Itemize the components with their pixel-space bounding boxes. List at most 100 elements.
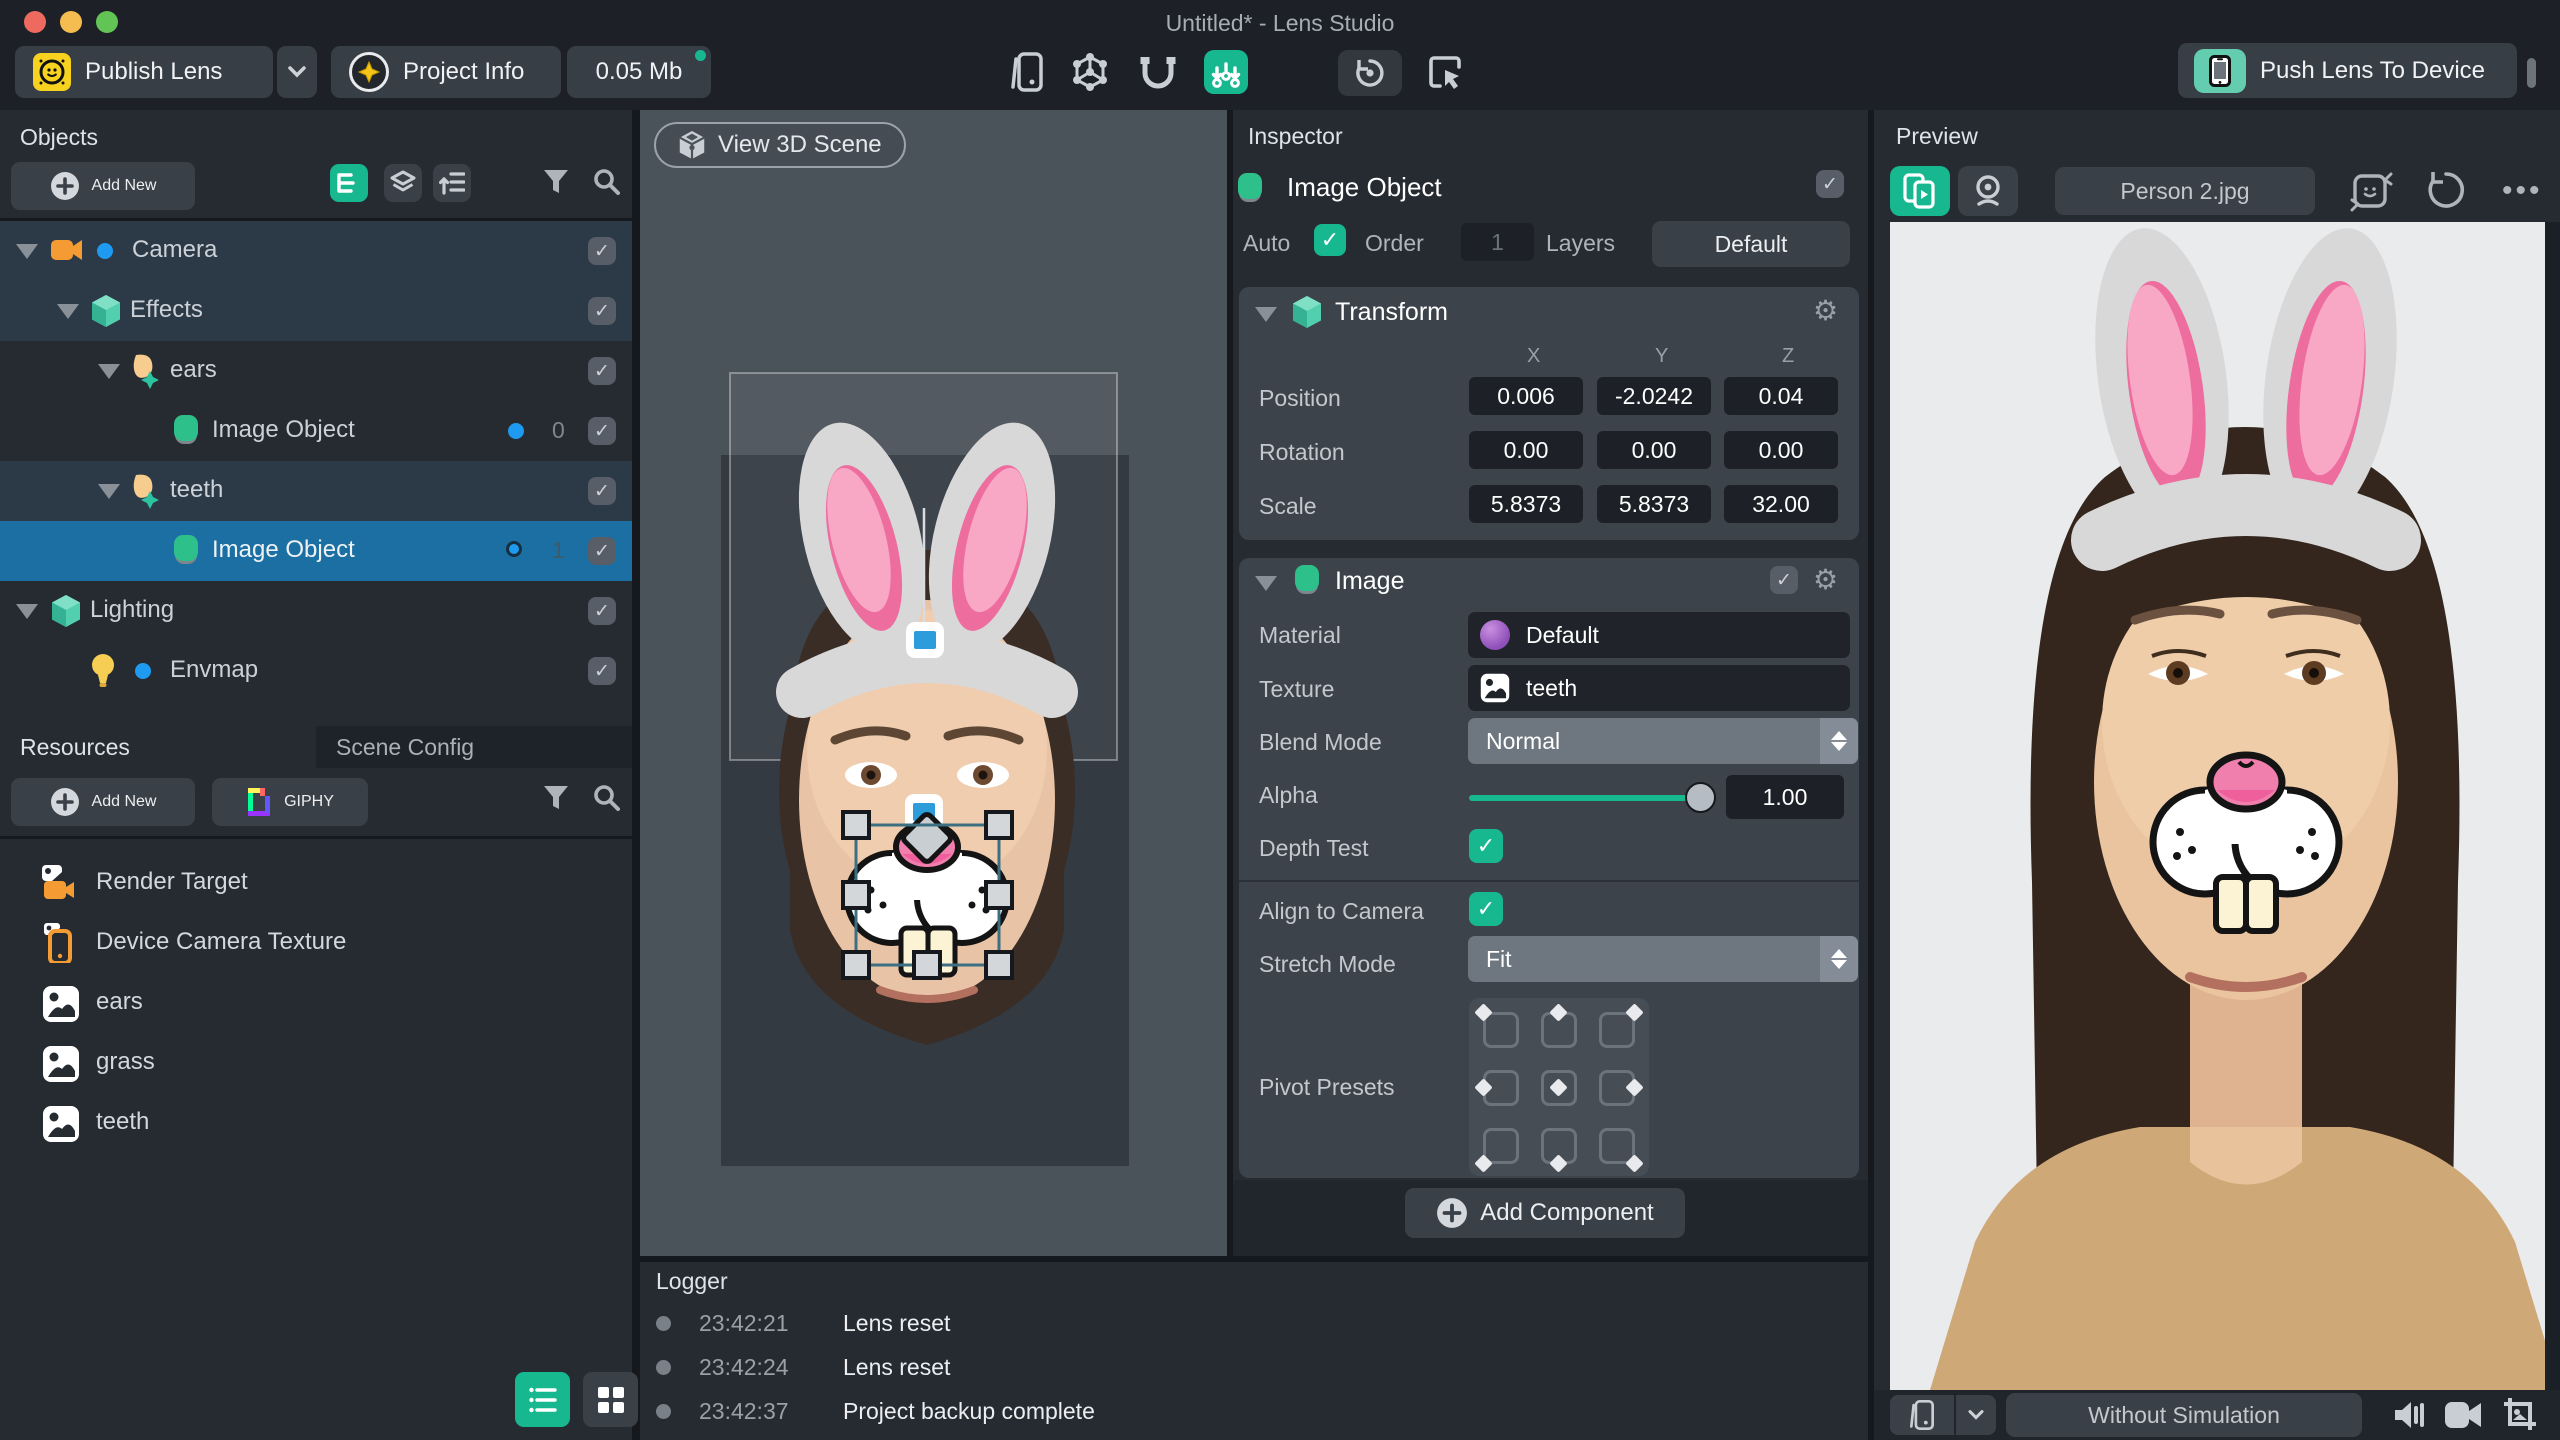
- auto-checkbox[interactable]: ✓: [1314, 224, 1346, 256]
- record-video-icon[interactable]: [2444, 1400, 2482, 1435]
- preview-reset-icon[interactable]: [2426, 170, 2466, 215]
- teeth-enabled-checkbox[interactable]: ✓: [588, 477, 616, 505]
- image1-enabled-checkbox[interactable]: ✓: [588, 537, 616, 565]
- objects-filter-icon[interactable]: [543, 168, 569, 201]
- texture-value-field[interactable]: teeth: [1468, 665, 1850, 711]
- tab-resources[interactable]: Resources: [0, 726, 316, 768]
- collapse-arrow-icon[interactable]: [98, 483, 120, 499]
- preview-media-source-button[interactable]: [1890, 166, 1950, 216]
- alpha-slider-knob[interactable]: [1685, 782, 1716, 813]
- scene-graph-icon[interactable]: [1067, 46, 1113, 98]
- scale-y-input[interactable]: 5.8373: [1597, 485, 1711, 523]
- resources-list-view-button[interactable]: [515, 1372, 570, 1427]
- tree-row-envmap[interactable]: Envmap ✓: [0, 641, 632, 701]
- tree-view-button[interactable]: [330, 164, 368, 202]
- align-to-camera-checkbox[interactable]: ✓: [1469, 892, 1503, 926]
- collapse-arrow-icon[interactable]: [57, 303, 79, 319]
- device-preview-icon[interactable]: [1006, 46, 1048, 98]
- simulation-mode-select[interactable]: Without Simulation: [2006, 1393, 2362, 1437]
- log-entry[interactable]: 23:42:24 Lens reset: [656, 1354, 950, 1381]
- resources-add-new-button[interactable]: Add New: [11, 778, 195, 826]
- reset-history-button[interactable]: [1338, 50, 1402, 96]
- tree-row-ears[interactable]: ears ✓: [0, 341, 632, 401]
- tree-row-lighting[interactable]: Lighting ✓: [0, 581, 632, 641]
- tree-row-effects[interactable]: Effects ✓: [0, 281, 632, 341]
- image-enabled-checkbox[interactable]: ✓: [1770, 566, 1798, 594]
- pivot-center[interactable]: [1541, 1070, 1577, 1106]
- snapping-magnet-icon[interactable]: [1135, 46, 1181, 98]
- pivot-top-left[interactable]: [1474, 1003, 1519, 1048]
- pivot-middle-right[interactable]: [1599, 1070, 1644, 1106]
- scene-canvas[interactable]: [640, 110, 1227, 1256]
- tree-row-image-object-0[interactable]: Image Object 0 ✓: [0, 401, 632, 461]
- project-info-button[interactable]: Project Info: [331, 46, 561, 98]
- position-y-input[interactable]: -2.0242: [1597, 377, 1711, 415]
- simulation-device-dropdown[interactable]: [1956, 1395, 1996, 1435]
- rotation-z-input[interactable]: 0.00: [1724, 431, 1838, 469]
- log-entry[interactable]: 23:42:37 Project backup complete: [656, 1398, 1095, 1425]
- publish-dropdown-button[interactable]: [277, 46, 317, 98]
- camera-enabled-checkbox[interactable]: ✓: [588, 237, 616, 265]
- depth-test-checkbox[interactable]: ✓: [1469, 829, 1503, 863]
- manipulation-settings-button[interactable]: [1204, 50, 1248, 94]
- collapse-arrow-icon[interactable]: [16, 603, 38, 619]
- collapse-arrow-icon[interactable]: [98, 363, 120, 379]
- giphy-button[interactable]: GIPHY: [212, 778, 368, 826]
- preview-source-select[interactable]: Person 2.jpg: [2055, 167, 2315, 215]
- tree-row-image-object-1-selected[interactable]: Image Object 1 ✓: [0, 521, 632, 581]
- divider[interactable]: [632, 110, 640, 1440]
- publish-lens-button[interactable]: Publish Lens: [15, 46, 273, 98]
- pivot-bottom-right[interactable]: [1599, 1128, 1644, 1173]
- scene-viewport[interactable]: View 3D Scene: [640, 110, 1227, 1256]
- object-enabled-checkbox[interactable]: ✓: [1816, 170, 1844, 198]
- envmap-enabled-checkbox[interactable]: ✓: [588, 657, 616, 685]
- rotation-x-input[interactable]: 0.00: [1469, 431, 1583, 469]
- gear-icon[interactable]: ⚙: [1813, 294, 1838, 327]
- resource-grass[interactable]: grass: [0, 1033, 632, 1093]
- order-input[interactable]: 1: [1461, 223, 1534, 261]
- preview-image[interactable]: [1890, 222, 2545, 1390]
- layers-default-button[interactable]: Default: [1652, 221, 1850, 267]
- pivot-bottom-center[interactable]: [1541, 1128, 1577, 1173]
- tree-row-teeth[interactable]: teeth ✓: [0, 461, 632, 521]
- lighting-enabled-checkbox[interactable]: ✓: [588, 597, 616, 625]
- pivot-bottom-left[interactable]: [1474, 1128, 1519, 1173]
- push-lens-to-device-button[interactable]: Push Lens To Device: [2178, 43, 2517, 98]
- position-z-input[interactable]: 0.04: [1724, 377, 1838, 415]
- pivot-top-right[interactable]: [1599, 1003, 1644, 1048]
- scale-x-input[interactable]: 5.8373: [1469, 485, 1583, 523]
- alpha-slider-track[interactable]: [1469, 795, 1691, 801]
- resources-grid-view-button[interactable]: [583, 1372, 638, 1427]
- dropdown-spinner-icon[interactable]: [1820, 718, 1858, 764]
- dropdown-spinner-icon[interactable]: [1820, 936, 1858, 982]
- ears-enabled-checkbox[interactable]: ✓: [588, 357, 616, 385]
- project-size-button[interactable]: 0.05 Mb: [567, 46, 711, 98]
- alpha-value-input[interactable]: 1.00: [1726, 775, 1844, 819]
- resource-teeth[interactable]: teeth: [0, 1093, 632, 1153]
- objects-add-new-button[interactable]: Add New: [11, 162, 195, 210]
- tree-row-camera[interactable]: Camera ✓: [0, 221, 632, 281]
- select-tool-icon[interactable]: [1423, 46, 1467, 98]
- tab-scene-config[interactable]: Scene Config: [316, 726, 632, 768]
- layers-view-button[interactable]: [384, 164, 422, 202]
- preview-webcam-button[interactable]: [1958, 166, 2018, 216]
- resource-device-camera-texture[interactable]: Device Camera Texture: [0, 913, 632, 973]
- lens-reapply-icon[interactable]: [2350, 170, 2394, 217]
- collapse-arrow-icon[interactable]: [1255, 576, 1277, 591]
- simulation-device-button[interactable]: [1890, 1395, 1954, 1435]
- image0-enabled-checkbox[interactable]: ✓: [588, 417, 616, 445]
- collapse-arrow-icon[interactable]: [16, 243, 38, 259]
- gear-icon[interactable]: ⚙: [1813, 563, 1838, 596]
- pivot-top-center[interactable]: [1541, 1003, 1577, 1048]
- resource-ears[interactable]: ears: [0, 973, 632, 1033]
- blend-mode-dropdown[interactable]: Normal: [1468, 718, 1858, 764]
- scale-z-input[interactable]: 32.00: [1724, 485, 1838, 523]
- audio-icon[interactable]: [2392, 1399, 2426, 1436]
- position-x-input[interactable]: 0.006: [1469, 377, 1583, 415]
- add-component-button[interactable]: Add Component: [1405, 1188, 1685, 1238]
- material-value-field[interactable]: Default: [1468, 612, 1850, 658]
- preview-more-icon[interactable]: •••: [2502, 174, 2543, 208]
- resource-render-target[interactable]: Render Target: [0, 853, 632, 913]
- snapshot-crop-icon[interactable]: [2502, 1396, 2538, 1439]
- resources-search-icon[interactable]: [592, 783, 620, 816]
